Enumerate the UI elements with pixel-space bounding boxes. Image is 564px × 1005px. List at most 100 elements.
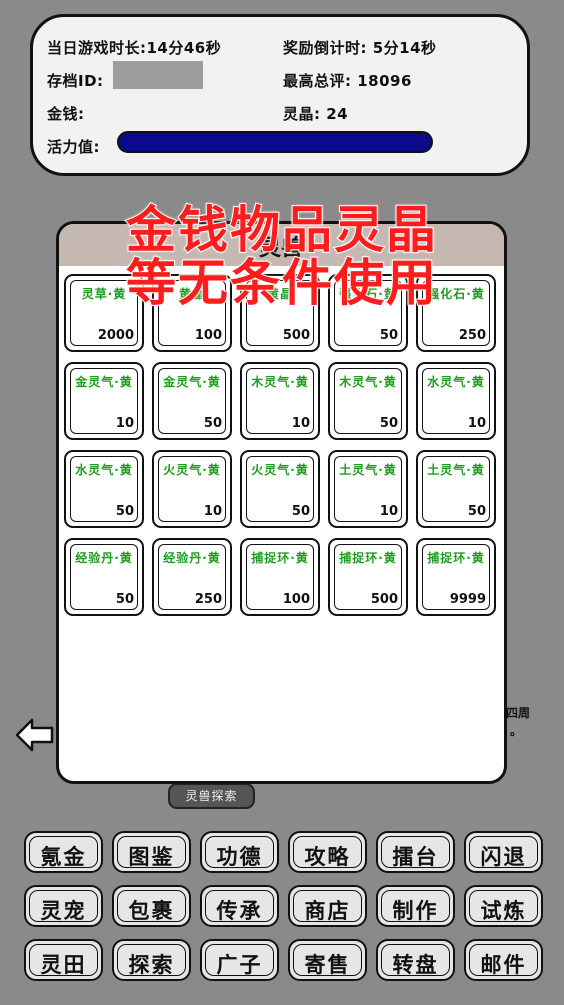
mail-button[interactable]: 邮件 [464, 939, 543, 981]
item-name: 土灵气·黄 [427, 463, 485, 477]
crystal-text: 灵晶: 24 [283, 105, 349, 123]
menu-button-label: 攻略 [304, 844, 351, 869]
menu-button-label: 探索 [128, 952, 175, 977]
wheel-button[interactable]: 转盘 [376, 939, 455, 981]
vitality-bar [117, 131, 433, 153]
vitality-label: 活力值: [47, 138, 100, 156]
field-button[interactable]: 灵田 [24, 939, 103, 981]
reward-countdown-text: 奖励倒计时: 5分14秒 [283, 39, 437, 57]
item-slot[interactable]: 土灵气·黄 10 [328, 450, 408, 528]
item-slot[interactable]: 火灵气·黄 50 [240, 450, 320, 528]
item-slot[interactable]: 木灵气·黄 10 [240, 362, 320, 440]
menu-button-label: 试炼 [480, 898, 527, 923]
background-note-dot: 。 [510, 724, 523, 738]
item-count: 50 [203, 416, 222, 431]
item-slot[interactable]: 金灵气·黄 50 [152, 362, 232, 440]
menu-button-label: 灵田 [40, 952, 87, 977]
item-slot[interactable]: 经验丹·黄 250 [152, 538, 232, 616]
status-panel: 当日游戏时长:14分46秒 奖励倒计时: 5分14秒 存档ID: 最高总评: 1… [30, 14, 530, 176]
item-name: 金灵气·黄 [75, 375, 133, 389]
recharge-button[interactable]: 氪金 [24, 831, 103, 873]
item-count: 10 [291, 416, 310, 431]
menu-button-label: 氪金 [40, 844, 87, 869]
item-count: 500 [282, 328, 310, 343]
menu-button-label: 邮件 [480, 952, 527, 977]
item-count: 2000 [97, 328, 134, 343]
item-count: 10 [467, 416, 486, 431]
explore-button[interactable]: 探索 [112, 939, 191, 981]
trial-button[interactable]: 试炼 [464, 885, 543, 927]
menu-button-label: 灵宠 [40, 898, 87, 923]
pet-button[interactable]: 灵宠 [24, 885, 103, 927]
bag-button[interactable]: 包裹 [112, 885, 191, 927]
item-slot[interactable]: 捕捉环·黄 500 [328, 538, 408, 616]
item-count: 50 [291, 504, 310, 519]
menu-button-label: 广子 [216, 952, 263, 977]
item-name: 金灵气·黄 [163, 375, 221, 389]
item-count: 250 [458, 328, 486, 343]
item-count: 50 [379, 328, 398, 343]
menu-button-label: 图鉴 [128, 844, 175, 869]
item-slot[interactable]: 水灵气·黄 50 [64, 450, 144, 528]
ads-button[interactable]: 广子 [200, 939, 279, 981]
background-note: 四周 [506, 706, 531, 720]
item-slot[interactable]: 水灵气·黄 10 [416, 362, 496, 440]
menu-button-label: 传承 [216, 898, 263, 923]
overlay-caption-line2: 等无条件使用 [125, 253, 438, 313]
item-name: 水灵气·黄 [427, 375, 485, 389]
item-slot[interactable]: 土灵气·黄 50 [416, 450, 496, 528]
item-slot[interactable]: 捕捉环·黄 9999 [416, 538, 496, 616]
exit-button[interactable]: 闪退 [464, 831, 543, 873]
item-slot[interactable]: 木灵气·黄 50 [328, 362, 408, 440]
menu-button-label: 功德 [216, 844, 263, 869]
item-count: 100 [282, 592, 310, 607]
menu-button-label: 寄售 [304, 952, 351, 977]
item-count: 100 [194, 328, 222, 343]
menu-button-label: 商店 [304, 898, 351, 923]
save-id-redacted [113, 61, 203, 89]
codex-button[interactable]: 图鉴 [112, 831, 191, 873]
item-slot[interactable]: 捕捉环·黄 100 [240, 538, 320, 616]
item-name: 经验丹·黄 [75, 551, 133, 565]
shop-button[interactable]: 商店 [288, 885, 367, 927]
item-count: 50 [467, 504, 486, 519]
item-name: 火灵气·黄 [163, 463, 221, 477]
menu-button-label: 转盘 [392, 952, 439, 977]
high-score-text: 最高总评: 18096 [283, 72, 412, 90]
pet-explore-tab[interactable]: 灵兽探索 [168, 783, 255, 809]
item-name: 捕捉环·黄 [339, 551, 397, 565]
item-count: 50 [379, 416, 398, 431]
menu-button-label: 闪退 [480, 844, 527, 869]
item-slot[interactable]: 金灵气·黄 10 [64, 362, 144, 440]
item-count: 10 [203, 504, 222, 519]
item-name: 水灵气·黄 [75, 463, 133, 477]
playtime-text: 当日游戏时长:14分46秒 [47, 39, 222, 57]
item-name: 捕捉环·黄 [427, 551, 485, 565]
item-name: 木灵气·黄 [251, 375, 309, 389]
menu-button-label: 制作 [392, 898, 439, 923]
inherit-button[interactable]: 传承 [200, 885, 279, 927]
save-id-label: 存档ID: [47, 72, 104, 90]
arena-button[interactable]: 擂台 [376, 831, 455, 873]
item-slot[interactable]: 经验丹·黄 50 [64, 538, 144, 616]
menu-button-label: 擂台 [392, 844, 439, 869]
item-count: 50 [115, 592, 134, 607]
item-name: 经验丹·黄 [163, 551, 221, 565]
item-count: 250 [194, 592, 222, 607]
item-name: 木灵气·黄 [339, 375, 397, 389]
merit-button[interactable]: 功德 [200, 831, 279, 873]
item-count: 10 [379, 504, 398, 519]
item-name: 土灵气·黄 [339, 463, 397, 477]
guide-button[interactable]: 攻略 [288, 831, 367, 873]
item-name: 火灵气·黄 [251, 463, 309, 477]
item-name: 捕捉环·黄 [251, 551, 309, 565]
item-count: 50 [115, 504, 134, 519]
craft-button[interactable]: 制作 [376, 885, 455, 927]
menu-button-label: 包裹 [128, 898, 175, 923]
item-slot[interactable]: 火灵气·黄 10 [152, 450, 232, 528]
consign-button[interactable]: 寄售 [288, 939, 367, 981]
back-arrow-icon[interactable] [14, 716, 56, 754]
item-count: 10 [115, 416, 134, 431]
item-count: 500 [370, 592, 398, 607]
item-count: 9999 [449, 592, 486, 607]
